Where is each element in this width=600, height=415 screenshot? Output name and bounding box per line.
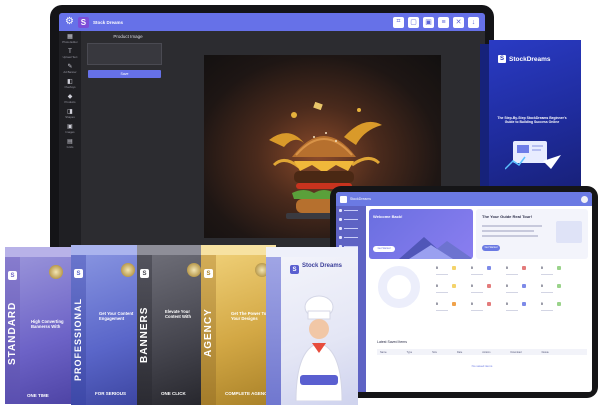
sidebar-item-photo-editor[interactable]: ▦ Photo Editor (59, 31, 81, 46)
box-front-text: Get Your Content Engagement (99, 311, 134, 321)
download-icon[interactable]: ↓ (468, 16, 479, 28)
sidebar-item-ad-banner[interactable]: ✎ Ad Banner (59, 61, 81, 76)
box-front-text: High Converting Bannerss With (31, 319, 64, 329)
sidebar-item-images[interactable]: ▣ Images (59, 121, 81, 136)
guide-start-button[interactable]: Get Started (482, 245, 500, 251)
stat-card: 0 (506, 266, 526, 280)
stat-card: 0 (506, 302, 526, 316)
brand-logo-icon: S (140, 269, 149, 278)
seal-icon (187, 263, 201, 277)
column-header: Date (456, 350, 463, 354)
brand-logo-icon: S (204, 269, 213, 278)
column-header: Actions (482, 350, 491, 354)
crop-icon[interactable]: ⌗ (393, 16, 404, 28)
sidebar-item[interactable] (336, 233, 366, 242)
seal-icon (121, 263, 135, 277)
app-logo: S (77, 16, 89, 28)
box-standard: S STANDARD High Converting Bannerss With… (5, 247, 71, 404)
seal-icon (49, 265, 63, 279)
stat-card: 0 (471, 302, 491, 316)
box-agency: S AGENCY Get The Power To Your Designs C… (201, 245, 276, 405)
box-footer: COMPLETE AGENCY (225, 391, 271, 396)
avatar[interactable] (581, 195, 588, 203)
column-header: Delete (541, 350, 549, 354)
product-image-panel: Product Image Save (83, 34, 173, 78)
table-empty-message: No saved items (471, 364, 493, 368)
stat-card: 0 (436, 266, 456, 280)
dashboard-screen: StockDreams Welcome Back! Get Started Th… (336, 192, 592, 392)
header-toolbar: ⌗ ▢ ▣ ≡ ✕ ↓ (393, 16, 479, 28)
stat-card: 0 (541, 302, 561, 316)
stat-card: 0 (471, 284, 491, 298)
box-footer: ONE CLICK (161, 391, 186, 396)
dashboard-title: StockDreams (350, 197, 372, 201)
resize-icon[interactable]: ✕ (453, 16, 464, 28)
get-started-button[interactable]: Get Started (373, 246, 395, 252)
brand-logo-icon: S (290, 265, 299, 274)
welcome-card: Welcome Back! Get Started (369, 209, 473, 259)
stat-card: 0 (436, 302, 456, 316)
box-stockdreams: S Stock Dreams (266, 247, 358, 405)
brand-logo-icon: S (8, 271, 17, 280)
chef-illustration (295, 295, 343, 401)
stat-card: 0 (506, 284, 526, 298)
brand-logo-icon: S (498, 55, 506, 63)
sidebar-item-shapes[interactable]: ◨ Shapes (59, 106, 81, 121)
box-professional: S PROFESSIONAL Get Your Content Engageme… (71, 245, 143, 405)
panel-title: Product Image (113, 34, 143, 39)
sidebar-item-overlays[interactable]: ◧ Overlays (59, 76, 81, 91)
frame-icon[interactable]: ▢ (408, 16, 419, 28)
save-button[interactable]: Save (88, 70, 161, 78)
sidebar-item[interactable] (336, 224, 366, 233)
welcome-title: Welcome Back! (373, 214, 403, 219)
stat-card: 0 (541, 266, 561, 280)
table-title: Latest Saved Items (377, 340, 407, 344)
box-label: AGENCY (203, 308, 214, 357)
editor-sidebar: ▦ Photo Editor T Upload Text ✎ Ad Banner ◧ O… (59, 31, 81, 249)
box-label: BANNERS (139, 306, 150, 363)
book-subtitle: The Step-By-Step StockDreams Beginner's … (497, 116, 567, 125)
dashboard-header: StockDreams (336, 192, 592, 206)
tablet-device: StockDreams Welcome Back! Get Started Th… (330, 186, 598, 398)
column-header: Name (380, 350, 387, 354)
book-brand-text: StockDreams (509, 55, 551, 63)
box-brand-text: Stock Dreams (302, 263, 343, 269)
column-header: Size (432, 350, 437, 354)
brand-logo-icon: S (74, 269, 83, 278)
box-front-text: Elevate Your Content With (165, 309, 192, 319)
image-icon[interactable]: ▣ (423, 16, 434, 28)
sidebar-item-grids[interactable]: ▤ Grids (59, 136, 81, 151)
box-footer: ONE TIME (27, 393, 49, 398)
column-header: Download (510, 350, 522, 354)
product-image-input[interactable] (87, 43, 162, 65)
box-label: PROFESSIONAL (73, 297, 83, 381)
settings-icon[interactable]: ⚙ (65, 17, 74, 27)
sidebar-item[interactable] (336, 206, 366, 215)
book-brand: S StockDreams (498, 55, 551, 63)
guide-title: The Your Guide Real Tour! (482, 214, 533, 219)
box-banners: S BANNERS Elevate Your Content With ONE … (137, 245, 209, 405)
dashboard-logo-icon (340, 195, 347, 203)
stat-card: 0 (541, 284, 561, 298)
book-illustration (505, 141, 561, 170)
usage-donut-chart (378, 266, 420, 308)
column-header: Type (406, 350, 413, 354)
sidebar-item-products[interactable]: ◆ Products (59, 91, 81, 106)
sidebar-item[interactable] (336, 215, 366, 224)
guide-card: The Your Guide Real Tour! Get Started (476, 209, 588, 259)
stat-card: 0 (471, 266, 491, 280)
box-label: STANDARD (7, 301, 18, 365)
box-front-text: Get The Power To Your Designs (231, 311, 267, 321)
layers-icon[interactable]: ≡ (438, 16, 449, 28)
mountain-illustration (399, 237, 473, 259)
app-header: ⚙ S Stock Dreams ⌗ ▢ ▣ ≡ ✕ ↓ (59, 13, 485, 31)
guide-illustration (556, 221, 582, 243)
ebook-cover: S StockDreams The Step-By-Step StockDrea… (480, 40, 581, 192)
table-header: Name Type Size Date Actions Download Del… (377, 349, 587, 355)
sidebar-item-upload-text[interactable]: T Upload Text (59, 46, 81, 61)
box-footer: FOR SERIOUS (95, 391, 127, 396)
app-logo-text: Stock Dreams (92, 19, 123, 25)
stat-card: 0 (436, 284, 456, 298)
